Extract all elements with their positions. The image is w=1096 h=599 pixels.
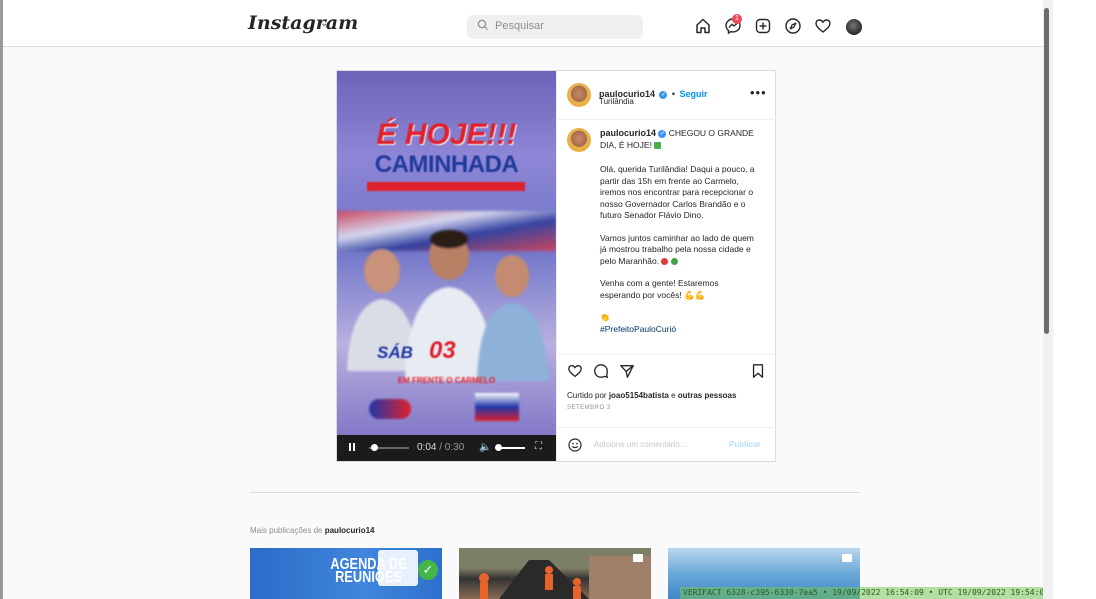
post-sidebar: paulocurio14 ✓ • Seguir Turilândia ••• p… [556,71,776,461]
more-post-thumbnail[interactable] [459,548,651,599]
profile-avatar[interactable] [846,19,862,35]
chevron-down-icon[interactable]: ⌄ [320,18,328,29]
caption: paulocurio14 ✓ CHEGOU O GRANDE DIA, É HO… [557,120,776,354]
media-day-number: 03 [429,337,456,364]
media-ribbon [367,182,525,191]
follow-button[interactable]: Seguir [680,89,708,99]
messages-badge: 1 [732,14,742,24]
media-logo-right [475,393,519,421]
window-left-edge [0,0,3,599]
thumbnail-text: AGENDA DE REUNIÕES [330,556,407,586]
caption-avatar[interactable] [567,128,591,152]
clap-emoji-icon: 👏 [600,313,610,322]
like-heart-icon[interactable] [567,363,583,379]
comment-input[interactable]: Adicione um comentário... [594,440,687,449]
author-avatar[interactable] [567,83,591,107]
video-progress-knob[interactable] [371,444,379,451]
post-card: É HOJE!!! CAMINHADA SÁB 03 EM FRENTE O C… [336,70,776,462]
caption-paragraph: Olá, querida Turilândia! Daqui a pouco, … [600,164,755,220]
video-time: 0:04 / 0:30 [417,442,465,453]
green-circle-emoji-icon [670,257,678,265]
section-divider [250,492,860,493]
search-placeholder: Pesquisar [495,20,544,32]
window-right-margin [1053,0,1096,599]
more-options-icon[interactable]: ••• [750,85,767,100]
verifact-watermark: VERIFACT 6328-c395-6330-7ea5 • 19/09/202… [680,587,1043,599]
post-date[interactable]: SETEMBRO 3 [567,405,611,411]
search-input[interactable]: Pesquisar [467,15,643,39]
red-circle-emoji-icon [661,257,669,265]
new-post-icon[interactable] [754,17,772,35]
other-likers-link[interactable]: outras pessoas [678,391,737,400]
volume-icon[interactable]: 🔈 [479,442,491,453]
media-subheadline: CAMINHADA [374,151,519,178]
comment-icon[interactable] [593,363,609,379]
emoji-picker-icon[interactable] [568,438,582,452]
post-header: paulocurio14 ✓ • Seguir Turilândia ••• [557,71,776,120]
likes-summary: Curtido por joao5154batista e outras pes… [567,391,737,400]
media-subtitle: EM FRENTE O CARMELO [397,376,496,385]
more-posts-title: Mais publicações de paulocurio14 [250,526,375,535]
media-headline: É HOJE!!! [376,118,517,151]
separator-dot: • [671,89,676,99]
check-emoji-icon [654,141,662,149]
flexed-arms-emoji-icon: 💪💪 [684,289,706,300]
scrollbar-thumb[interactable] [1044,8,1049,334]
activity-heart-icon[interactable] [814,17,832,35]
publish-button[interactable]: Publicar [729,440,761,449]
check-icon: ✓ [418,560,438,580]
location-link[interactable]: Turilândia [599,97,634,106]
volume-knob[interactable] [495,444,502,451]
share-icon[interactable] [619,363,635,379]
media-logo-left [369,399,411,419]
verified-icon: ✓ [659,91,668,99]
more-post-thumbnail[interactable]: AGENDA DE REUNIÕES ✓ [250,548,442,599]
save-bookmark-icon[interactable] [751,363,765,379]
more-posts-handle[interactable]: paulocurio14 [325,526,375,535]
pause-icon[interactable] [349,443,351,451]
media-day: SÁB [377,343,413,362]
post-video[interactable]: É HOJE!!! CAMINHADA SÁB 03 EM FRENTE O C… [337,71,556,461]
fullscreen-icon[interactable]: ⛶ [535,441,542,452]
search-icon [477,19,488,30]
caption-handle[interactable]: paulocurio14 [600,128,656,138]
street-photo [459,548,651,599]
post-actions: Curtido por joao5154batista e outras pes… [557,354,776,411]
verified-icon: ✓ [658,130,667,138]
volume-track[interactable] [499,447,525,449]
instagram-logo[interactable]: Instagram [248,12,358,34]
explore-icon[interactable] [784,17,802,35]
liked-by-user[interactable]: joao5154batista [609,391,669,400]
comment-form: Adicione um comentário... Publicar [557,427,776,462]
hashtag-link[interactable]: #PrefeitoPauloCurió [600,324,676,334]
home-icon[interactable] [694,17,712,35]
video-controls: 0:04 / 0:30 🔈 ⛶ [337,435,556,461]
caption-text: paulocurio14 ✓ CHEGOU O GRANDE DIA, É HO… [600,128,760,335]
scrollbar[interactable] [1043,0,1053,599]
